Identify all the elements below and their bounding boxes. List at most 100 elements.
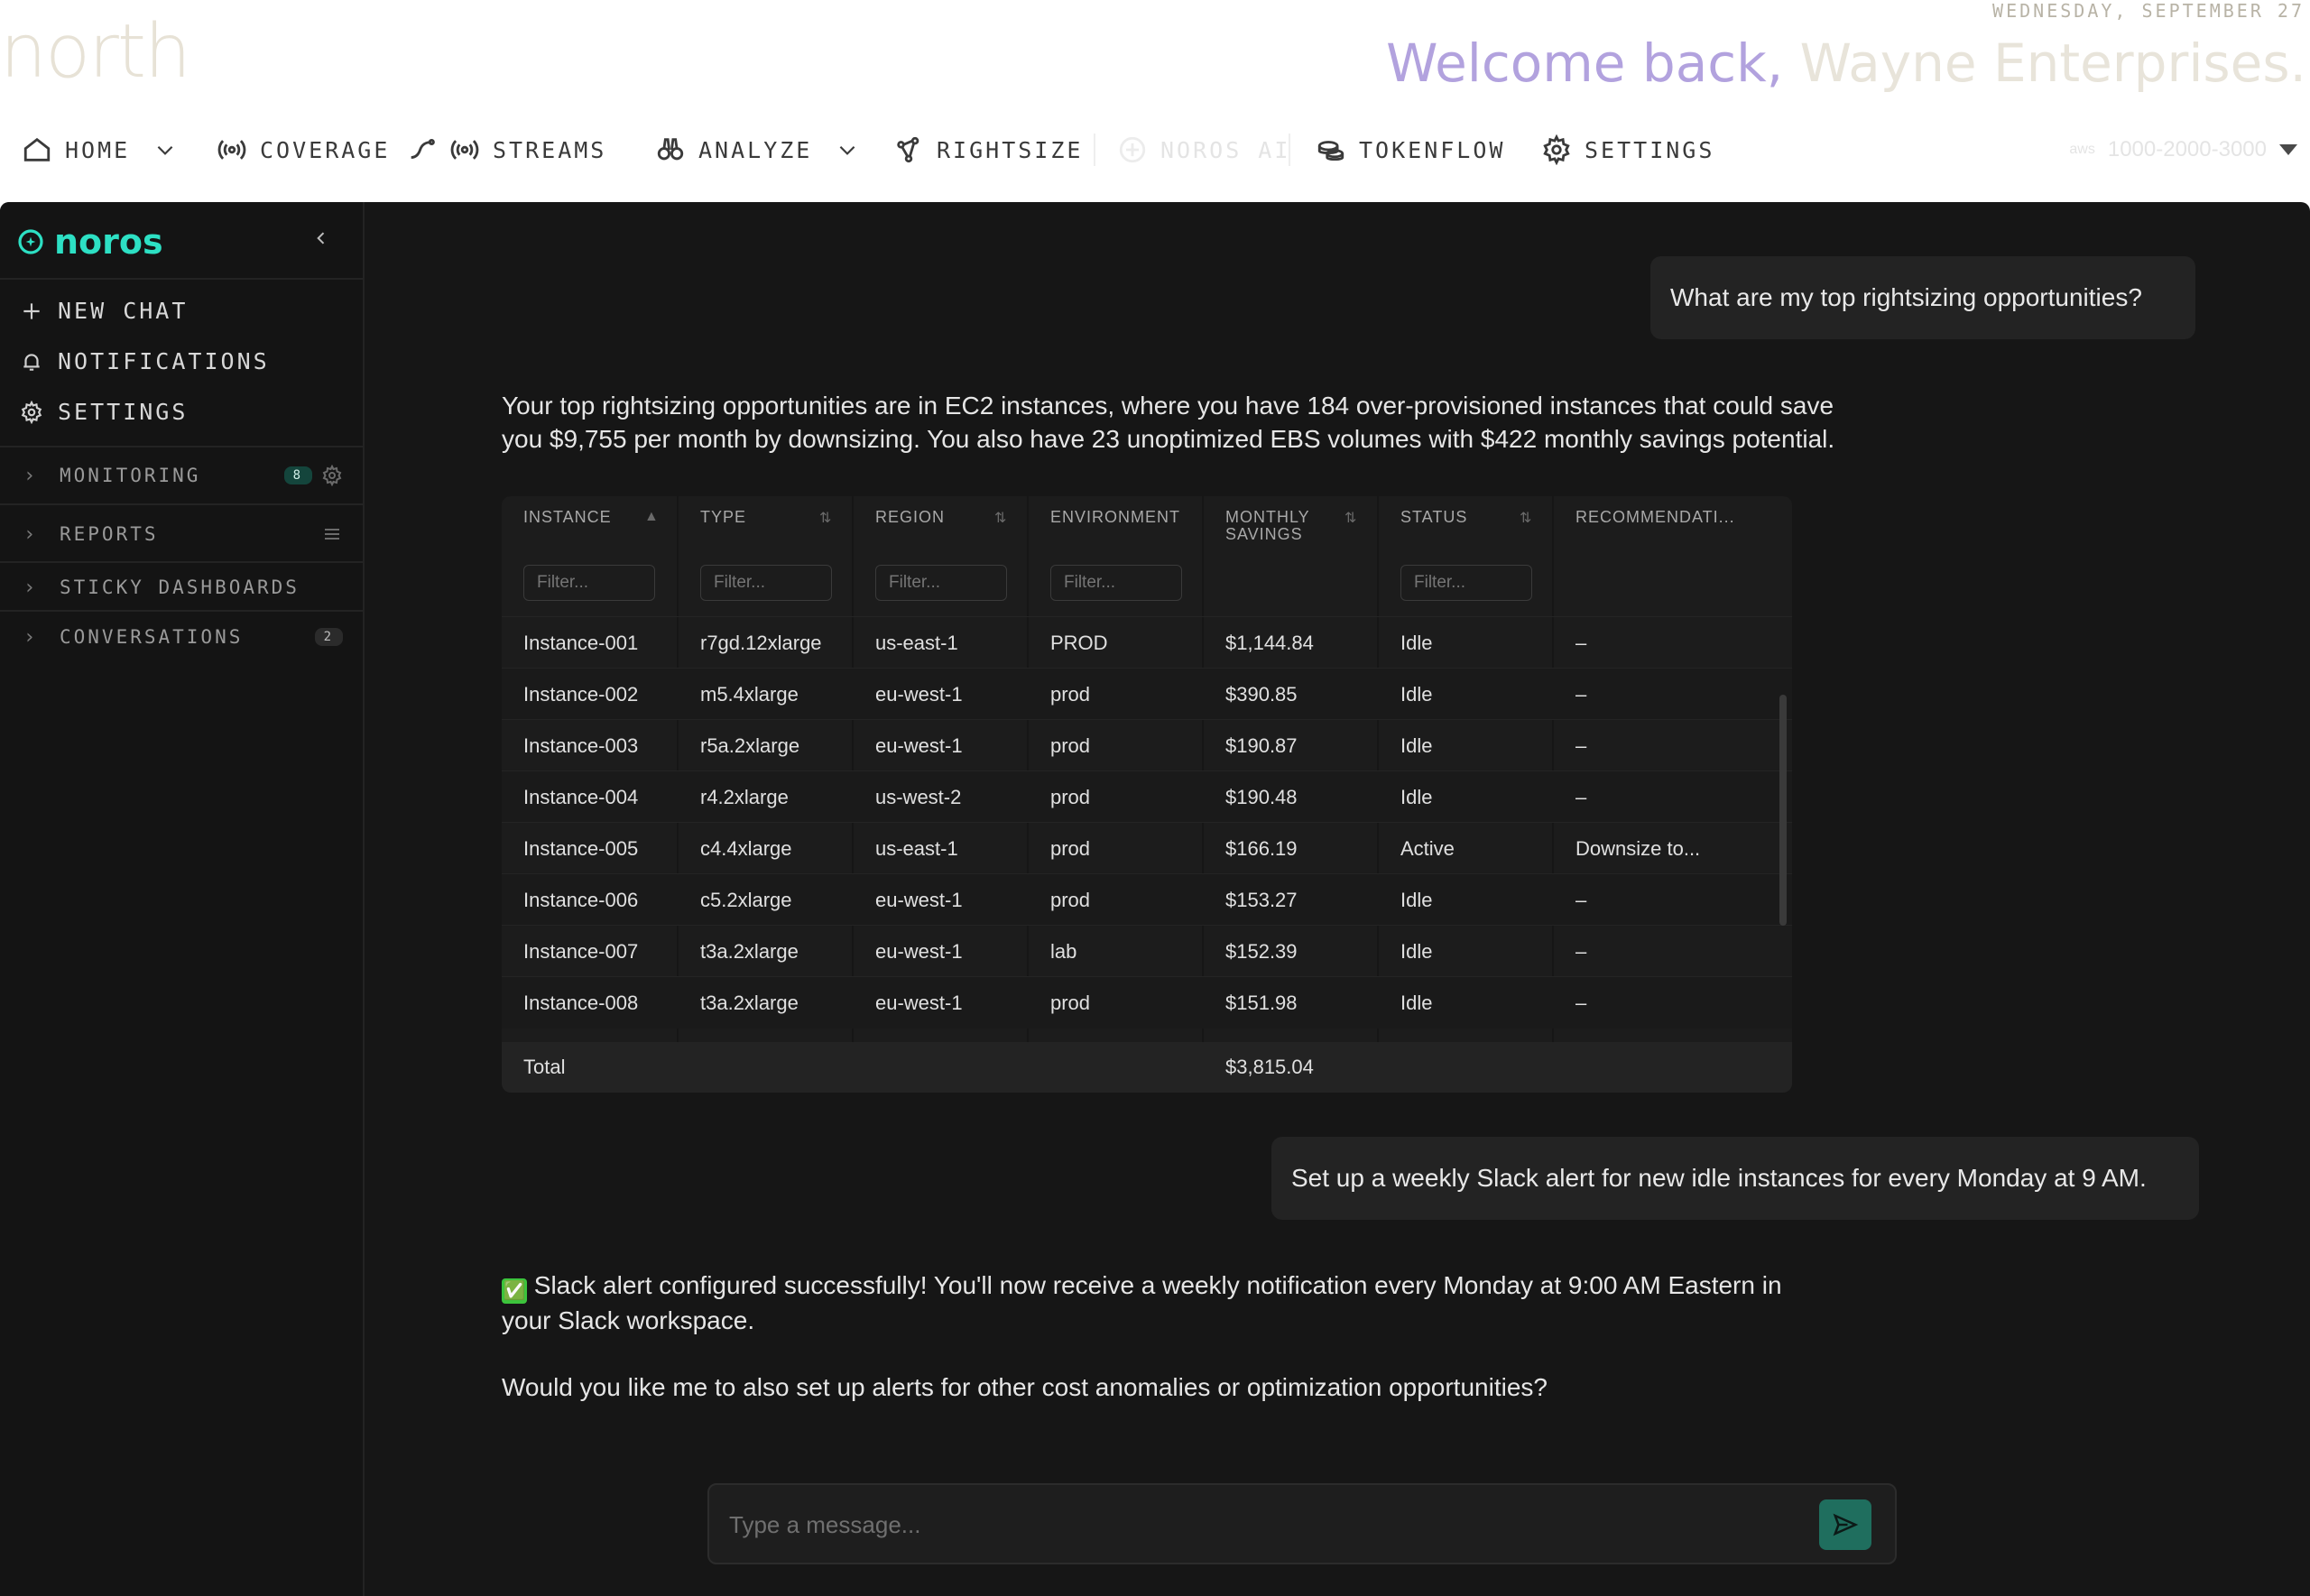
cell-instance: Instance-007 [523, 939, 639, 963]
sticky-dashboards-label: STICKY DASHBOARDS [60, 577, 300, 598]
nav-analyze-label: ANALYZE [698, 136, 813, 163]
cell-environment: prod [1050, 733, 1091, 757]
cell-region: eu-west-1 [875, 888, 963, 911]
cell-status: Idle [1400, 888, 1433, 911]
check-mark-icon: ✅ [502, 1278, 527, 1304]
conversations-label: CONVERSATIONS [60, 626, 244, 648]
column-header-instance[interactable]: INSTANCE [523, 509, 612, 526]
sidebar-section-sticky-dashboards[interactable]: › STICKY DASHBOARDS [0, 562, 363, 613]
column-header-region[interactable]: REGION [875, 509, 945, 526]
chevron-right-icon: › [23, 576, 39, 599]
sidebar-divider [0, 503, 363, 505]
sidebar-section-conversations[interactable]: › CONVERSATIONS 2 [0, 612, 363, 662]
list-icon[interactable] [321, 523, 343, 545]
table-scrollbar[interactable] [1779, 695, 1787, 926]
filter-region-input[interactable] [875, 565, 1007, 601]
noros-brand[interactable]: noros [16, 222, 163, 262]
column-header-environment[interactable]: ENVIRONMENT [1050, 509, 1180, 526]
account-selector[interactable]: aws 1000-2000-3000 [2069, 126, 2297, 173]
table-row[interactable]: Instance-004 r4.2xlarge us-west-2 prod $… [502, 770, 1792, 823]
cell-recommendation: – [1575, 682, 1587, 706]
column-header-type[interactable]: TYPE [700, 509, 746, 526]
gear-icon[interactable] [321, 465, 343, 486]
nav-divider [1289, 134, 1290, 166]
cell-recommendation: – [1575, 991, 1587, 1014]
cell-monthly-savings: $190.87 [1225, 733, 1298, 757]
cell-recommendation: Downsize to... [1575, 836, 1701, 860]
sidebar-divider [0, 278, 363, 280]
table-row[interactable]: Instance-007 t3a.2xlarge eu-west-1 lab $… [502, 925, 1792, 977]
sort-icon[interactable]: ⇅ [1520, 509, 1531, 527]
sidebar-item-notifications[interactable]: NOTIFICATIONS [20, 348, 270, 374]
sort-icon[interactable]: ⇅ [994, 509, 1006, 527]
sidebar-item-settings[interactable]: SETTINGS [20, 399, 188, 425]
cell-status: Idle [1400, 733, 1433, 757]
table-row[interactable]: Instance-005 c4.4xlarge us-east-1 prod $… [502, 822, 1792, 874]
nodes-icon [897, 136, 919, 163]
filter-status-input[interactable] [1400, 565, 1532, 601]
chevron-right-icon: › [23, 464, 39, 487]
monthly-savings-header-line: SAVINGS [1225, 525, 1303, 543]
sort-icon[interactable]: ⇅ [819, 509, 831, 527]
table-row[interactable]: Instance-001 r7gd.12xlarge us-east-1 PRO… [502, 616, 1792, 669]
noros-app-panel: noros NEW CHAT NOTIFICATIONS SETTINGS › … [0, 202, 2310, 1596]
monitoring-count-badge: 8 [283, 466, 312, 484]
sidebar-item-new-chat[interactable]: NEW CHAT [20, 298, 188, 324]
column-header-monthly-savings[interactable]: MONTHLY SAVINGS [1225, 509, 1310, 543]
cell-recommendation: – [1575, 939, 1587, 963]
column-header-recommendation[interactable]: RECOMMENDATI... [1575, 509, 1735, 526]
column-header-status[interactable]: STATUS [1400, 509, 1467, 526]
cell-region: us-east-1 [875, 836, 958, 860]
nav-streams[interactable]: STREAMS [406, 126, 606, 173]
nav-settings[interactable]: SETTINGS [1541, 126, 1714, 173]
filter-instance-input[interactable] [523, 565, 655, 601]
sort-asc-icon[interactable]: ▲ [644, 509, 659, 525]
nav-analyze[interactable]: ANALYZE [655, 126, 859, 173]
table-row[interactable]: Instance-002 m5.4xlarge eu-west-1 prod $… [502, 668, 1792, 720]
nav-noros-ai-label: NOROS AI [1160, 136, 1291, 163]
nav-rightsize[interactable]: RIGHTSIZE [893, 126, 1083, 173]
nav-home-label: HOME [65, 136, 131, 163]
cell-instance: Instance-004 [523, 785, 639, 808]
nav-tokenflow[interactable]: TOKENFLOW [1316, 126, 1505, 173]
cell-region: eu-west-1 [875, 939, 963, 963]
nav-coverage[interactable]: COVERAGE [217, 126, 390, 173]
monitoring-label: MONITORING [60, 465, 201, 486]
sidebar-section-monitoring[interactable]: › MONITORING 8 [0, 450, 363, 501]
collapse-sidebar-icon[interactable] [312, 229, 330, 247]
table-row[interactable]: Instance-008 t3a.2xlarge eu-west-1 prod … [502, 976, 1792, 1029]
welcome-org: Wayne Enterprises. [1799, 32, 2306, 94]
sidebar-section-reports[interactable]: › REPORTS [0, 509, 363, 559]
broadcast-icon [450, 140, 479, 160]
filter-type-input[interactable] [700, 565, 832, 601]
message-input[interactable] [727, 1505, 1778, 1545]
cell-monthly-savings: $151.98 [1225, 991, 1298, 1014]
cell-type: c5.2xlarge [700, 888, 792, 911]
sort-icon[interactable]: ⇅ [1344, 509, 1356, 527]
bell-icon [23, 353, 40, 371]
north-logo[interactable]: north [0, 9, 191, 95]
filter-environment-input[interactable] [1050, 565, 1182, 601]
broadcast-icon [217, 140, 246, 160]
nav-home[interactable]: HOME [22, 126, 177, 173]
table-row[interactable]: Instance-003 r5a.2xlarge eu-west-1 prod … [502, 719, 1792, 771]
cell-instance: Instance-001 [523, 631, 639, 654]
nav-noros-ai[interactable]: NOROS AI [1117, 126, 1290, 173]
rightsizing-table: INSTANCE ▲ TYPE ⇅ REGION ⇅ ENVIRONMENT M… [502, 496, 1792, 1093]
table-total-row: Total $3,815.04 [502, 1042, 1792, 1093]
cell-region: eu-west-1 [875, 682, 963, 706]
nav-streams-label: STREAMS [493, 136, 607, 163]
chevron-right-icon: › [23, 522, 39, 546]
send-button[interactable] [1819, 1499, 1871, 1550]
sidebar: noros NEW CHAT NOTIFICATIONS SETTINGS › … [0, 202, 365, 1596]
cell-monthly-savings: $1,144.84 [1225, 631, 1314, 654]
cell-type: t3a.2xlarge [700, 991, 799, 1014]
cell-type: r4.2xlarge [700, 785, 789, 808]
settings-label: SETTINGS [58, 399, 189, 425]
cell-recommendation: – [1575, 631, 1587, 654]
cell-monthly-savings: $153.27 [1225, 888, 1298, 911]
message-composer [707, 1483, 1897, 1564]
nav-divider [1094, 134, 1095, 166]
cell-status: Active [1400, 836, 1455, 860]
table-row[interactable]: Instance-006 c5.2xlarge eu-west-1 prod $… [502, 873, 1792, 926]
